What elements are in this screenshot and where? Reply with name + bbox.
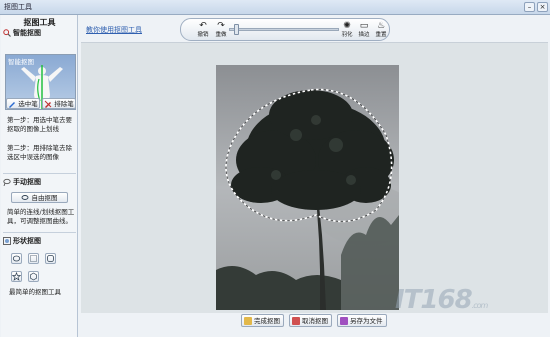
minimize-button[interactable]: – [524,2,535,12]
finish-icon [244,317,252,325]
smart-step1-text: 第一步：用选中笔去要抠取的图像上划线 [7,116,72,133]
cancel-label: 取消抠图 [302,317,328,325]
lasso-tool-icon [22,195,29,200]
save-as-label: 另存为文件 [350,317,383,325]
ellipse-shape-button[interactable] [11,253,22,264]
redo-button[interactable]: ↷ 重做 [213,21,229,39]
select-pen-button[interactable]: 选中笔 [6,98,40,109]
shape-desc-text: 最简单的抠图工具 [9,288,61,296]
edge-label: 描边 [358,32,370,38]
lasso-icon [3,178,11,186]
cancel-cutout-button[interactable]: 取消抠图 [289,314,332,327]
manual-desc-text: 简单的连线/划线抠图工具，可调整抠图曲线。 [7,208,75,225]
exclude-pen-icon [44,100,52,108]
save-icon [340,317,348,325]
feather-button[interactable]: ✺ 羽化 [339,21,355,39]
rectangle-icon [30,255,37,262]
sidebar-heading: 抠图工具 [23,18,56,27]
save-as-button[interactable]: 另存为文件 [337,314,387,327]
close-button[interactable]: × [537,2,548,12]
image-canvas[interactable] [81,42,548,313]
edge-icon: ▭ [359,21,369,31]
finish-label: 完成抠图 [254,317,280,325]
rounded-rect-icon [47,255,54,262]
redo-label: 重做 [215,32,227,38]
select-pen-icon [9,102,16,108]
exclude-pen-label: 排除笔 [54,100,74,108]
zoom-slider-thumb[interactable] [234,24,240,35]
tree-photo[interactable] [216,65,399,310]
free-cutout-button[interactable]: 自由抠图 [11,192,68,203]
divider [3,173,76,174]
edge-button[interactable]: ▭ 描边 [356,21,372,39]
smart-step2-text: 第二步：用排除笔去除选区中误选的图像 [7,144,72,161]
watermark-text: IT168 [395,285,473,315]
zoom-slider-track[interactable] [229,28,339,31]
smart-section-header: 智能抠图 [3,28,41,38]
window-title: 抠图工具 [4,3,32,11]
help-link[interactable]: 教你使用抠图工具 [86,25,142,35]
reset-label: 重置 [375,32,387,38]
manual-section-header: 手动抠图 [3,177,41,187]
ellipse-icon [12,255,21,262]
shape-section-title: 形状抠图 [13,237,41,245]
undo-button[interactable]: ↶ 撤销 [195,21,211,39]
site-watermark: IT168.com [395,285,489,315]
shape-icon [3,237,11,245]
select-pen-label: 选中笔 [18,100,38,108]
divider [3,232,76,233]
hexagon-shape-button[interactable] [28,271,39,282]
undo-icon: ↶ [199,21,207,31]
feather-icon: ✺ [343,21,351,31]
magnifier-icon [3,29,11,37]
manual-section-title: 手动抠图 [13,178,41,186]
smart-section-title: 智能抠图 [13,29,41,37]
watermark-suffix: .com [471,301,489,310]
reset-icon: ♨ [376,21,386,31]
sidebar: 抠图工具 智能抠图 智能抠图 选中笔 排除笔 第一步：用选中笔去要抠取的图像上划… [1,15,78,337]
reset-button[interactable]: ♨ 重置 [373,21,389,39]
cancel-icon [292,317,300,325]
feather-label: 羽化 [341,32,353,38]
undo-label: 撤销 [197,32,209,38]
exclude-pen-button[interactable]: 排除笔 [42,98,76,109]
finish-cutout-button[interactable]: 完成抠图 [241,314,284,327]
free-cutout-label: 自由抠图 [31,194,58,202]
rectangle-shape-button[interactable] [28,253,39,264]
star-shape-button[interactable] [11,271,22,282]
rounded-rect-shape-button[interactable] [45,253,56,264]
edit-toolbar: ↶ 撤销 ↷ 重做 ✺ 羽化 ▭ 描边 ♨ 重置 [180,18,390,41]
redo-icon: ↷ [217,21,225,31]
title-bar: 抠图工具 – × [0,0,550,15]
star-icon [11,271,22,281]
shape-section-header: 形状抠图 [3,236,41,246]
hexagon-icon [30,272,37,281]
